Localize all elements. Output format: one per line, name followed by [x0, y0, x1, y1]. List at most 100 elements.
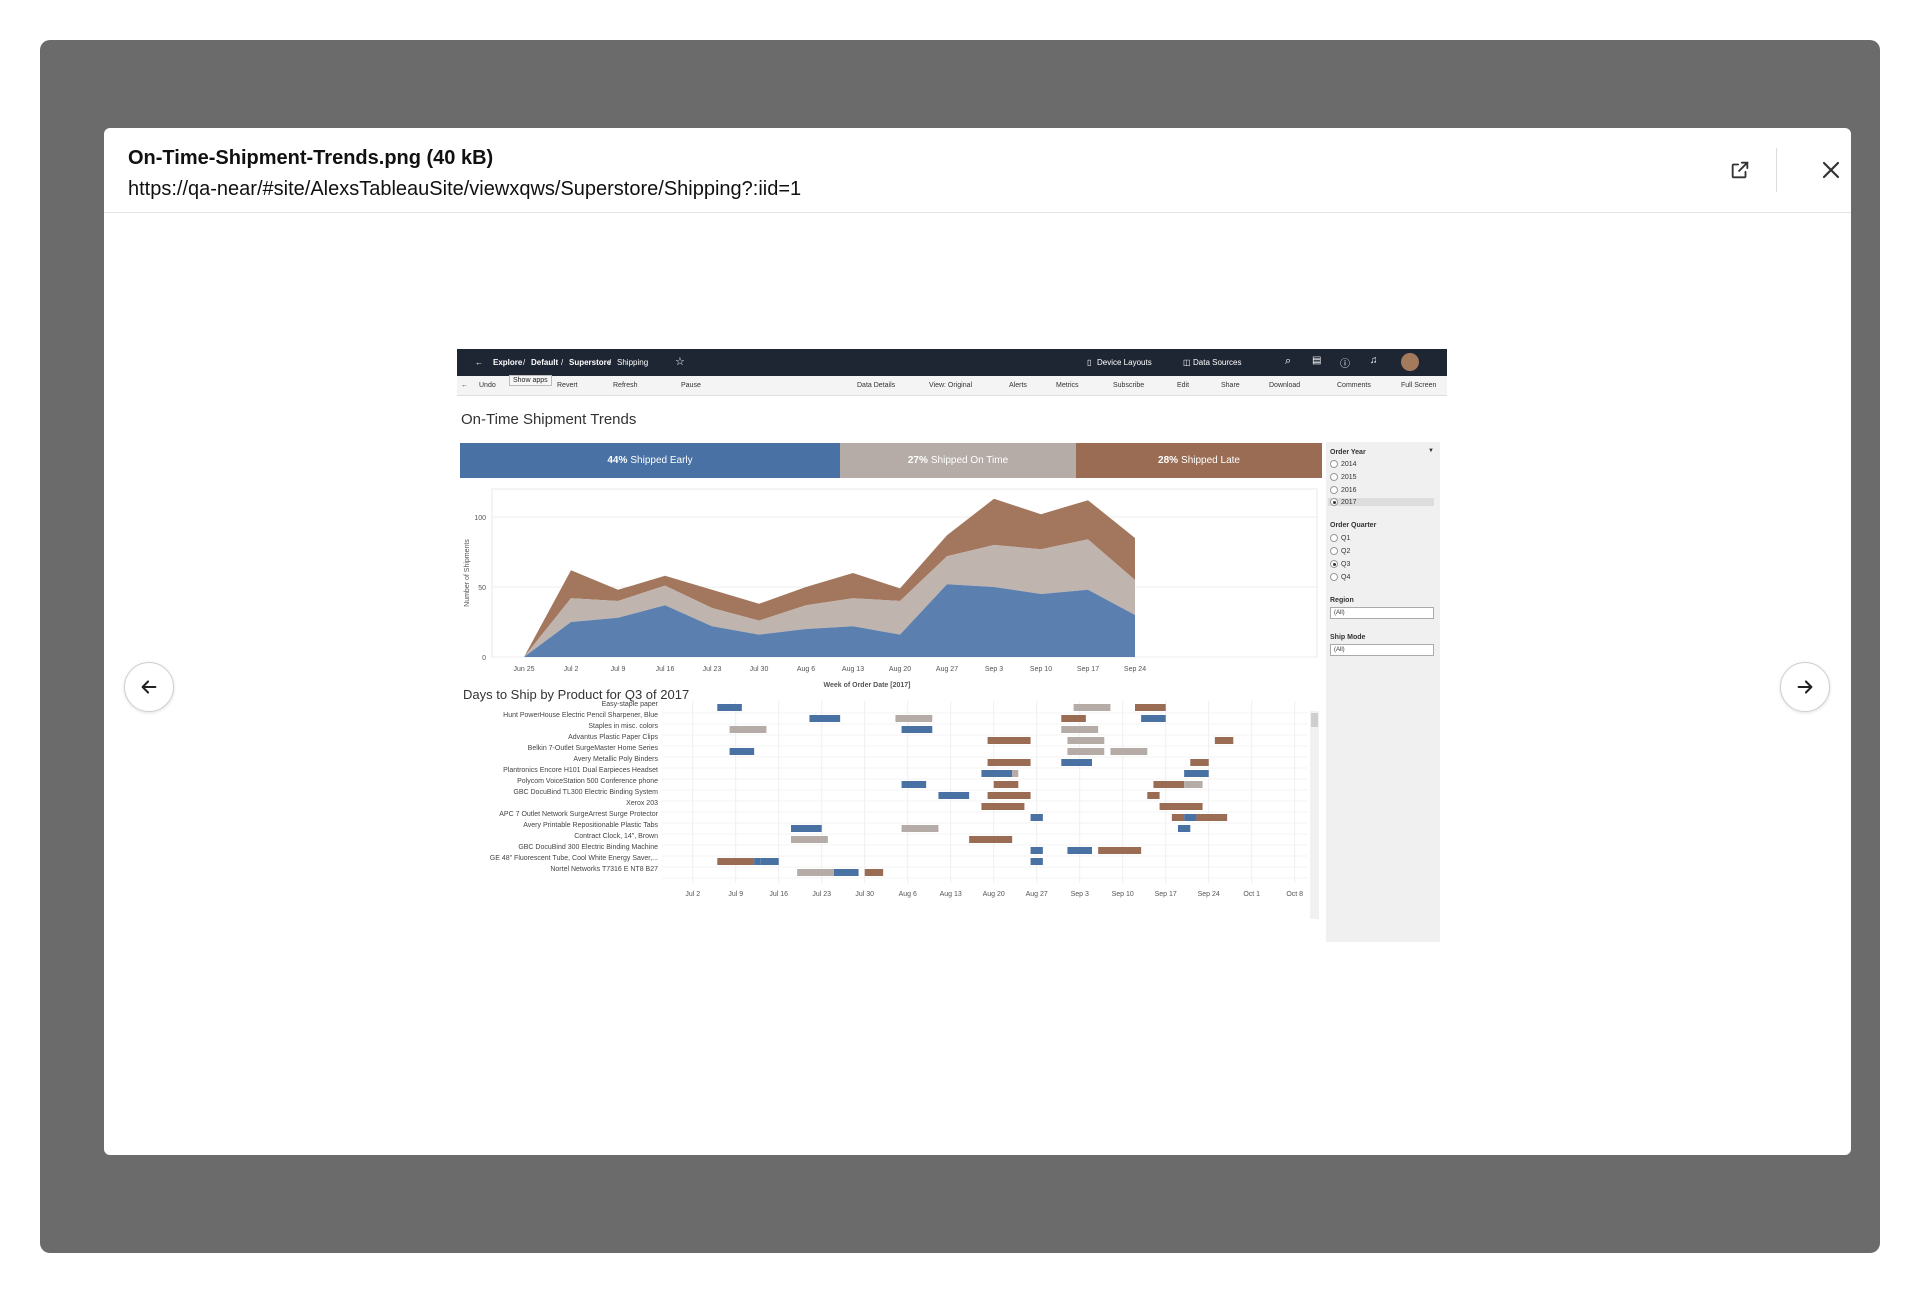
kpi-ontime-pct: 27% [907, 455, 928, 466]
device-layouts-label: Device Layouts [1097, 358, 1152, 367]
kpi-late-label: Shipped Late [1181, 455, 1240, 466]
gantt-bar-early [1178, 825, 1191, 832]
gantt-x-tick-label: Jul 23 [812, 891, 831, 898]
gantt-bar-early [938, 792, 970, 799]
file-url: https://qa-near/#site/AlexsTableauSite/v… [128, 178, 802, 200]
view-original-label: View: Original [929, 382, 973, 389]
year-option-2017[interactable]: 2017 [1328, 498, 1434, 506]
next-image-button[interactable] [1780, 662, 1830, 712]
x-tick-label: Sep 17 [1077, 666, 1099, 673]
gantt-bar-late [987, 737, 1031, 744]
gantt-x-tick-label: Sep 24 [1198, 891, 1220, 898]
arrow-left-icon [141, 680, 157, 694]
gantt-scrollbar[interactable] [1310, 711, 1319, 919]
gantt-x-tick-label: Aug 27 [1026, 891, 1048, 898]
gantt-product-label: APC 7 Outlet Network SurgeArrest Surge P… [499, 811, 658, 818]
region-label: Region [1330, 597, 1354, 604]
gantt-x-tick-label: Sep 17 [1155, 891, 1177, 898]
ship-mode-label: Ship Mode [1330, 634, 1366, 641]
gantt-x-tick-label: Aug 20 [983, 891, 1005, 898]
gantt-x-tick-label: Oct 8 [1286, 891, 1303, 898]
preview-image: ← Explore / Default / Superstore / Shipp… [457, 349, 1447, 943]
order-year-label: Order Year [1330, 449, 1366, 456]
gantt-bar-late [1190, 759, 1209, 766]
region-select[interactable]: (All) [1330, 607, 1434, 619]
year-option-2014[interactable]: 2014 [1330, 460, 1357, 468]
arrow-right-icon [1797, 680, 1813, 694]
quarter-option-q4[interactable]: Q4 [1330, 573, 1350, 581]
kpi-shipped-on-time: 27% Shipped On Time [840, 443, 1076, 478]
undo-icon: ← [461, 382, 468, 389]
x-tick-label: Jun 25 [513, 666, 534, 673]
gantt-product-label: GBC DocuBind TL300 Electric Binding Syst… [513, 789, 658, 796]
quarter-option-q1[interactable]: Q1 [1330, 534, 1350, 542]
file-title: On-Time-Shipment-Trends.png (40 kB) [128, 147, 494, 169]
tableau-toolbar: ← Undo Revert Refresh Pause Data Details… [457, 376, 1447, 396]
x-tick-label: Jul 30 [750, 666, 769, 673]
gantt-bar-late [1135, 704, 1166, 711]
gantt-x-tick-label: Aug 13 [940, 891, 962, 898]
gantt-chart: Jul 2 Jul 9 Jul 16 Jul 23 Jul 30 Aug 6 Aug 13 A… [662, 701, 1307, 898]
revert-label: Revert [557, 382, 578, 389]
gantt-scroll-thumb[interactable] [1311, 713, 1318, 727]
metrics-label: Metrics [1056, 382, 1079, 389]
close-icon [1822, 161, 1840, 179]
y-tick-label: 50 [478, 585, 486, 592]
gantt-product-label: GE 48" Fluorescent Tube, Cool White Ener… [489, 855, 658, 862]
view-title: On-Time Shipment Trends [461, 411, 637, 428]
gantt-product-label: Easy-staple paper [601, 701, 658, 708]
gantt-bar-early [754, 858, 761, 865]
download-label: Download [1269, 382, 1301, 389]
gantt-bar-early [1067, 847, 1092, 854]
comments-label: Comments [1337, 382, 1371, 389]
ship-mode-select[interactable]: (All) [1330, 644, 1434, 656]
x-tick-label: Sep 10 [1030, 666, 1052, 673]
gantt-bar-late [717, 858, 755, 865]
gantt-bar-early [901, 781, 927, 788]
quarter-option-q3[interactable]: Q3 [1330, 560, 1350, 568]
gantt-product-label: Hunt PowerHouse Electric Pencil Sharpene… [503, 712, 658, 719]
bell-icon: ♫ [1370, 355, 1378, 366]
previous-image-button[interactable] [124, 662, 174, 712]
gantt-product-label: Avery Printable Repositionable Plastic T… [523, 822, 658, 829]
x-tick-label: Aug 27 [936, 666, 958, 673]
filter-dropdown-icon: ▼ [1428, 448, 1434, 454]
edit-label: Edit [1177, 382, 1190, 389]
refresh-label: Refresh [613, 382, 638, 389]
gantt-x-tick-label: Jul 2 [685, 891, 700, 898]
kpi-ontime-label: Shipped On Time [930, 455, 1009, 466]
gantt-bar-late [1061, 715, 1086, 722]
database-icon: ◫ [1183, 358, 1191, 367]
x-tick-label: Aug 20 [889, 666, 911, 673]
close-button[interactable] [1811, 150, 1851, 190]
gantt-x-tick-label: Jul 30 [855, 891, 874, 898]
breadcrumb-default: Default [531, 358, 559, 367]
open-external-button[interactable] [1720, 150, 1760, 190]
gantt-bar-on-time [1067, 748, 1105, 755]
year-option-2015[interactable]: 2015 [1330, 473, 1357, 481]
header-divider [1776, 148, 1777, 192]
share-label: Share [1221, 382, 1240, 389]
gantt-product-label: Advantus Plastic Paper Clips [568, 734, 658, 741]
gantt-x-tick-label: Aug 6 [899, 891, 917, 898]
quarter-option-q2[interactable]: Q2 [1330, 547, 1350, 555]
gantt-x-tick-label: Sep 10 [1112, 891, 1134, 898]
kpi-early-pct: 44% [607, 455, 628, 466]
gantt-title: Days to Ship by Product for Q3 of 2017 [463, 687, 690, 702]
gantt-product-labels: Easy-staple paper Hunt PowerHouse Electri… [457, 701, 658, 901]
year-option-2016[interactable]: 2016 [1330, 486, 1357, 494]
gantt-x-tick-label: Oct 1 [1243, 891, 1260, 898]
gantt-bar-early [1141, 715, 1166, 722]
gantt-product-label: Staples in misc. colors [588, 723, 658, 730]
gantt-bar-on-time [797, 869, 834, 876]
breadcrumb-shipping: Shipping [617, 358, 649, 367]
gantt-bar-early [791, 825, 822, 832]
undo-label: Undo [479, 382, 496, 389]
gantt-bar-late [981, 803, 1025, 810]
gantt-bar-on-time [791, 836, 828, 843]
x-tick-label: Jul 9 [611, 666, 626, 673]
gantt-bar-on-time [1073, 704, 1111, 711]
gantt-bar-on-time [729, 726, 767, 733]
gantt-bar-early [981, 770, 1013, 777]
gantt-bar-late [1159, 803, 1203, 810]
